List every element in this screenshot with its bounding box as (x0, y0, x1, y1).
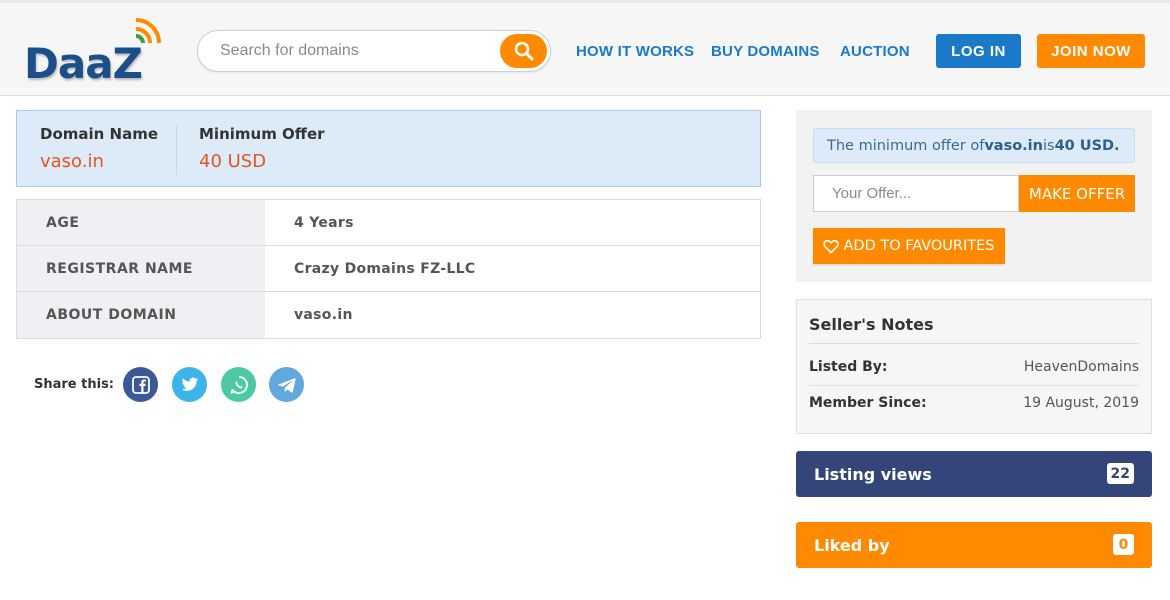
favourites-label: ADD TO FAVOURITES (843, 238, 995, 254)
search-input[interactable] (220, 42, 490, 60)
details-row-registrar: REGISTRAR NAME Crazy Domains FZ-LLC (17, 246, 760, 292)
site-header: DaaZ HOW IT WORKS BUY DOMAINS AUCTION LO… (0, 3, 1170, 96)
note-domain: vaso.in (984, 137, 1043, 154)
minimum-offer-label: Minimum Offer (199, 125, 325, 143)
nav-buy-domains[interactable]: BUY DOMAINS (711, 43, 820, 60)
seller-notes: Seller's Notes Listed By: HeavenDomains … (796, 299, 1152, 434)
member-since-value: 19 August, 2019 (1023, 395, 1139, 411)
facebook-icon[interactable] (123, 367, 158, 402)
liked-by-label: Liked by (814, 535, 890, 555)
liked-by-bar: Liked by 0 (796, 522, 1152, 568)
liked-by-count: 0 (1113, 534, 1134, 555)
make-offer-button[interactable]: MAKE OFFER (1019, 175, 1135, 212)
seller-divider (809, 385, 1139, 386)
minimum-offer-value: 40 USD (199, 151, 267, 172)
details-row-about: ABOUT DOMAIN vaso.in (17, 292, 760, 338)
logo-wordmark: DaaZ (24, 39, 143, 88)
add-to-favourites-button[interactable]: ADD TO FAVOURITES (813, 228, 1005, 264)
summary-divider (176, 125, 177, 175)
details-key: REGISTRAR NAME (17, 246, 265, 291)
join-now-button[interactable]: JOIN NOW (1037, 34, 1145, 68)
listed-by-label: Listed By: (809, 359, 888, 375)
seller-divider (809, 343, 1139, 344)
domain-name-label: Domain Name (40, 125, 159, 143)
daaz-logo[interactable]: DaaZ (24, 17, 169, 88)
details-value: 4 Years (294, 214, 354, 231)
listed-by-value[interactable]: HeavenDomains (1024, 359, 1139, 375)
share-label: Share this: (34, 377, 115, 392)
listing-views-label: Listing views (814, 464, 932, 484)
domain-details-table: AGE 4 Years REGISTRAR NAME Crazy Domains… (16, 199, 761, 339)
note-middle: is (1042, 137, 1055, 154)
note-prefix: The minimum offer of (827, 137, 985, 154)
search-button[interactable] (500, 34, 547, 68)
member-since-label: Member Since: (809, 395, 927, 411)
offer-input[interactable] (813, 175, 1019, 212)
domain-search (197, 30, 551, 72)
details-value: Crazy Domains FZ-LLC (294, 260, 476, 277)
search-icon (514, 41, 533, 61)
note-amount: 40 USD. (1054, 137, 1120, 154)
domain-name-value: vaso.in (40, 151, 104, 172)
domain-summary: Domain Name vaso.in Minimum Offer 40 USD (16, 110, 761, 187)
heart-icon (823, 239, 840, 253)
login-button[interactable]: LOG IN (936, 34, 1021, 68)
details-key: ABOUT DOMAIN (17, 292, 265, 338)
nav-auction[interactable]: AUCTION (840, 43, 910, 60)
signal-icon (135, 18, 161, 44)
details-value: vaso.in (294, 307, 353, 323)
telegram-icon[interactable] (269, 367, 304, 402)
whatsapp-icon[interactable] (221, 367, 256, 402)
twitter-icon[interactable] (172, 367, 207, 402)
details-key: AGE (17, 200, 265, 245)
details-row-age: AGE 4 Years (17, 200, 760, 246)
listing-views-bar: Listing views 22 (796, 451, 1152, 497)
listing-views-count: 22 (1106, 463, 1134, 484)
nav-how-it-works[interactable]: HOW IT WORKS (576, 43, 694, 60)
offer-panel: The minimum offer of vaso.in is 40 USD. … (796, 110, 1152, 282)
minimum-offer-note: The minimum offer of vaso.in is 40 USD. (813, 128, 1135, 163)
seller-notes-title: Seller's Notes (809, 315, 934, 334)
